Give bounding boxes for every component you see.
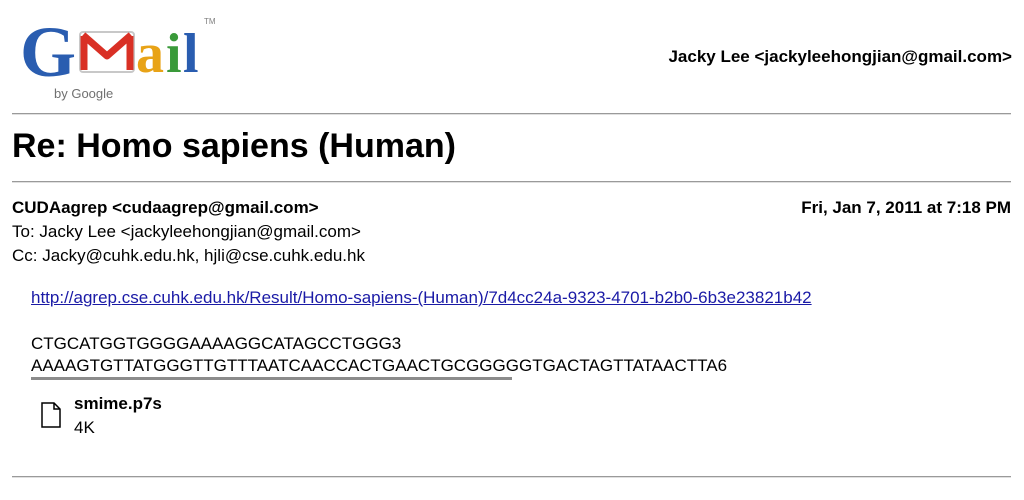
subject-divider <box>12 181 1011 183</box>
gmail-logo-icon: G a i l TM <box>20 12 216 92</box>
sender: CUDAagrep <cudaagrep@gmail.com> <box>12 198 319 217</box>
sequence-line-2-wrap: AAAAGTGTTATGGGTTGTTTAATCAACCACTGAACTGCGG… <box>31 355 728 380</box>
header-divider <box>12 113 1011 115</box>
gmail-print-view: G a i l TM by Google Jacky Lee <jackylee… <box>0 0 1024 500</box>
svg-text:TM: TM <box>204 17 216 26</box>
cc-line: Cc: Jacky@cuhk.edu.hk, hjli@cse.cuhk.edu… <box>12 246 365 265</box>
footer-divider <box>12 476 1011 478</box>
message-header: CUDAagrep <cudaagrep@gmail.com> Fri, Jan… <box>12 196 1011 268</box>
message-body: http://agrep.cse.cuhk.edu.hk/Result/Homo… <box>31 287 812 380</box>
svg-text:l: l <box>183 23 199 85</box>
result-link[interactable]: http://agrep.cse.cuhk.edu.hk/Result/Homo… <box>31 288 812 307</box>
account-name: Jacky Lee <jackyleehongjian@gmail.com> <box>668 47 1012 66</box>
message-subject: Re: Homo sapiens (Human) <box>12 127 456 165</box>
sequence-block: CTGCATGGTGGGGAAAAGGCATAGCCTGGG3 AAAAGTGT… <box>31 333 812 380</box>
sequence-underline <box>31 377 512 380</box>
document-icon <box>41 402 61 428</box>
message-date: Fri, Jan 7, 2011 at 7:18 PM <box>801 198 1011 217</box>
svg-text:a: a <box>136 23 164 85</box>
gmail-byline: by Google <box>54 86 114 101</box>
sequence-line-1: CTGCATGGTGGGGAAAAGGCATAGCCTGGG3 <box>31 334 402 353</box>
sequence-line-2: AAAAGTGTTATGGGTTGTTTAATCAACCACTGAACTGCGG… <box>31 356 728 375</box>
gmail-logo: G a i l TM by Google <box>20 10 230 102</box>
svg-text:i: i <box>166 23 182 85</box>
svg-text:G: G <box>20 12 76 92</box>
from-line: CUDAagrep <cudaagrep@gmail.com> Fri, Jan… <box>12 196 1011 220</box>
attachment-name[interactable]: smime.p7s <box>74 394 162 414</box>
attachment-size: 4K <box>74 418 95 437</box>
to-line: To: Jacky Lee <jackyleehongjian@gmail.co… <box>12 222 361 241</box>
